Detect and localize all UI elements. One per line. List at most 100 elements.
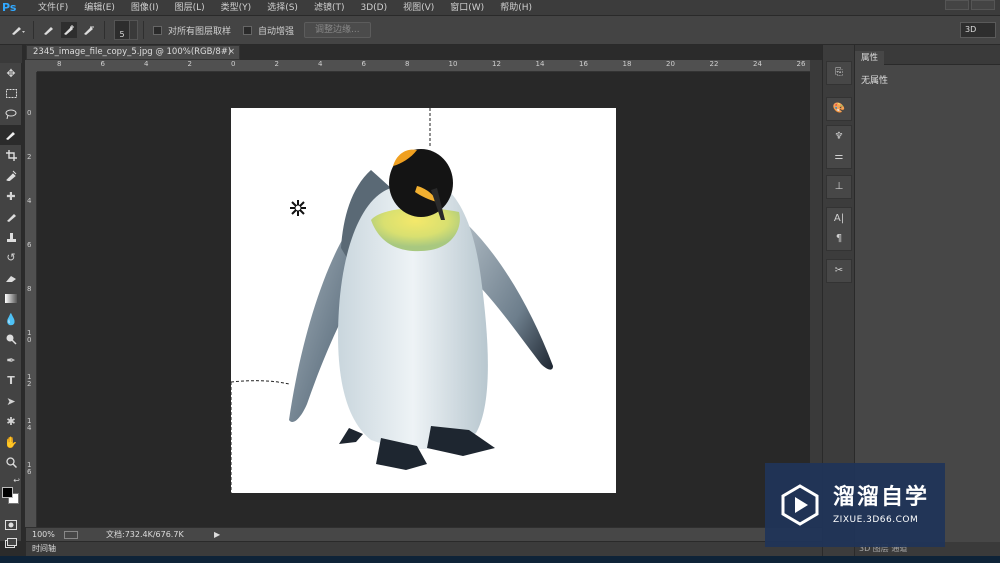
menu-item[interactable]: 图像(I)	[123, 0, 167, 16]
character-panel-icon[interactable]: A|	[827, 208, 851, 228]
tool-presets-icon[interactable]: ✂	[827, 260, 851, 280]
status-menu-arrow[interactable]: ▶	[214, 528, 220, 541]
status-icon	[64, 531, 78, 539]
ruler-tick-label: 24	[753, 60, 762, 68]
move-tool-icon[interactable]: ✥	[0, 63, 22, 84]
menu-item[interactable]: 编辑(E)	[76, 0, 123, 16]
menu-item[interactable]: 滤镜(T)	[306, 0, 353, 16]
dock-group-4: ⊥	[826, 175, 852, 199]
swap-colors-icon[interactable]: ↩	[0, 473, 22, 487]
ruler-tick-label: 2	[187, 60, 192, 68]
document-canvas[interactable]	[230, 108, 616, 493]
menu-item[interactable]: 3D(D)	[352, 0, 395, 16]
status-bar: 100% 文档:732.4K/676.7K ▶	[26, 527, 822, 541]
ruler-tick-label: 22	[709, 60, 719, 68]
zoom-level[interactable]: 100%	[32, 528, 55, 541]
workspace-switcher[interactable]: 3D	[960, 22, 996, 38]
healing-brush-tool-icon[interactable]: ✚	[0, 186, 22, 207]
watermark-brand: 溜溜自学	[833, 485, 930, 510]
maximize-button[interactable]	[971, 0, 995, 10]
menu-item[interactable]: 视图(V)	[395, 0, 442, 16]
foreground-color-swatch[interactable]	[2, 487, 13, 498]
ruler-tick-label: 16	[579, 60, 588, 68]
history-panel-icon[interactable]: ⎘	[827, 62, 851, 82]
menu-item[interactable]: 帮助(H)	[492, 0, 540, 16]
lasso-tool-icon[interactable]	[0, 104, 22, 125]
ruler-tick-label: 1 4	[27, 417, 32, 432]
zoom-tool-icon[interactable]	[0, 453, 22, 474]
paragraph-panel-icon[interactable]: ¶	[827, 228, 851, 248]
document-tab[interactable]: 2345_image_file_copy_5.jpg @ 100%(RGB/8#…	[26, 45, 240, 60]
close-tab-icon[interactable]: ×	[228, 46, 235, 59]
ruler-tick-label: 6	[100, 60, 105, 68]
menu-item[interactable]: 文件(F)	[30, 0, 76, 16]
brush-dropdown[interactable]	[130, 20, 138, 40]
ruler-tick-label: 6	[361, 60, 366, 68]
ruler-tick-label: 8	[405, 60, 410, 68]
vertical-ruler[interactable]: 0 2 4 6 8 1 0 1 2 1 4 1 6	[25, 72, 37, 527]
tools-panel: ✥ ✚ ↺ 💧 ✒ T ➤ ✱ ✋ ↩	[0, 63, 22, 549]
path-selection-tool-icon[interactable]: ➤	[0, 391, 22, 412]
pen-tool-icon[interactable]: ✒	[0, 350, 22, 371]
menu-item[interactable]: 图层(L)	[167, 0, 213, 16]
adjustments-icon[interactable]: ⚌	[827, 146, 851, 166]
menu-item[interactable]: 类型(Y)	[213, 0, 260, 16]
quick-selection-tool-icon[interactable]	[0, 124, 22, 145]
timeline-panel[interactable]: 时间轴	[26, 541, 822, 556]
dodge-tool-icon[interactable]	[0, 330, 22, 351]
ruler-tick-label: 4	[318, 60, 323, 68]
blur-tool-icon[interactable]: 💧	[0, 309, 22, 330]
crop-tool-icon[interactable]	[0, 145, 22, 166]
dock-group-6: ✂	[826, 259, 852, 283]
toolbar-collapse-strip[interactable]	[0, 45, 22, 63]
color-panel-icon[interactable]: 🎨	[827, 98, 851, 118]
ruler-tick-label: 1 6	[27, 461, 32, 476]
ruler-tick-label: 8	[27, 285, 32, 293]
sample-all-layers-checkbox[interactable]	[153, 25, 162, 35]
custom-shape-tool-icon[interactable]: ✱	[0, 412, 22, 433]
eyedropper-tool-icon[interactable]	[0, 166, 22, 187]
clone-source-icon[interactable]: ⊥	[827, 176, 851, 196]
new-selection-icon[interactable]	[41, 22, 57, 38]
panel-tab-bar: 属性	[855, 45, 1000, 65]
type-tool-icon[interactable]: T	[0, 371, 22, 392]
subtract-from-selection-icon[interactable]	[81, 22, 97, 38]
dock-group-5: A| ¶	[826, 207, 852, 251]
gradient-tool-icon[interactable]	[0, 289, 22, 310]
watermark-play-logo	[781, 484, 819, 526]
add-to-selection-icon[interactable]	[61, 22, 77, 38]
menu-bar: Ps 文件(F) 编辑(E) 图像(I) 图层(L) 类型(Y) 选择(S) 滤镜(T) 3D…	[0, 0, 1000, 16]
brush-size-picker[interactable]: 5	[114, 20, 130, 40]
menu-item[interactable]: 选择(S)	[259, 0, 306, 16]
ruler-origin[interactable]	[25, 60, 37, 72]
brush-presets-icon[interactable]: ♆	[827, 126, 851, 146]
hand-tool-icon[interactable]: ✋	[0, 432, 22, 453]
ruler-tick-label: 4	[144, 60, 149, 68]
separator	[33, 21, 34, 39]
quick-selection-preset-icon[interactable]	[10, 22, 26, 38]
ruler-tick-label: 0	[231, 60, 236, 68]
sample-all-layers-label: 对所有图层取样	[168, 26, 232, 37]
watermark-url: ZIXUE.3D66.COM	[833, 515, 919, 525]
eraser-tool-icon[interactable]	[0, 268, 22, 289]
ruler-tick-label: 8	[57, 60, 62, 68]
history-brush-tool-icon[interactable]: ↺	[0, 248, 22, 269]
menu-item[interactable]: 窗口(W)	[442, 0, 492, 16]
ruler-tick-label: 12	[492, 60, 501, 68]
options-bar: 5 对所有图层取样 自动增强 调整边缘... 3D	[0, 16, 1000, 45]
document-tab-title: 2345_image_file_copy_5.jpg @ 100%(RGB/8#…	[33, 47, 232, 57]
clone-stamp-tool-icon[interactable]	[0, 227, 22, 248]
separator	[143, 21, 144, 39]
timeline-label: 时间轴	[32, 544, 56, 553]
horizontal-ruler[interactable]: 8 6 4 2 0 2 4 6 8 10 12 14 16 18 20 22 24 26	[37, 60, 810, 72]
auto-enhance-checkbox[interactable]	[243, 25, 253, 35]
marquee-tool-icon[interactable]	[0, 84, 22, 105]
os-taskbar	[0, 556, 1000, 563]
brush-tool-icon[interactable]	[0, 207, 22, 228]
minimize-button[interactable]	[945, 0, 969, 10]
tab-properties[interactable]: 属性	[855, 51, 885, 65]
photoshop-logo: Ps	[2, 0, 17, 14]
vertical-scrollbar[interactable]	[810, 60, 822, 527]
refine-edge-button[interactable]: 调整边缘...	[304, 22, 371, 38]
screen-mode-icon[interactable]	[0, 533, 22, 554]
